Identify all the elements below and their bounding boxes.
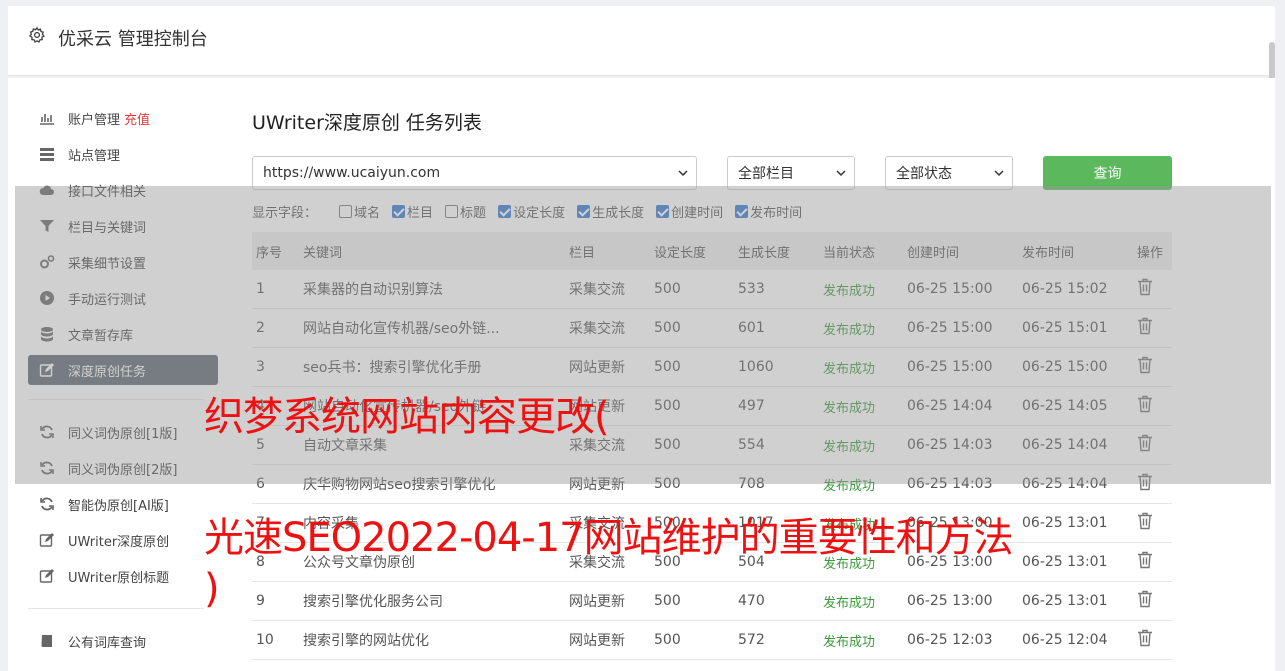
chevron-down-icon: [836, 170, 846, 177]
set-length-cell: 500: [654, 632, 681, 648]
sidebar-item-label: 智能伪原创[AI版]: [68, 498, 169, 514]
sidebar-item-15[interactable]: 正文识别演示: [28, 659, 218, 671]
table-row: 10 搜索引擎的网站优化 网站更新 500 572 发布成功 06-25 12:03 06-2…: [252, 621, 1172, 660]
sidebar-item-label: 账户管理: [68, 112, 121, 128]
recharge-link[interactable]: 充值: [124, 109, 150, 128]
row-index: 9: [256, 593, 265, 609]
table-row: 9 搜索引擎优化服务公司 网站更新 500 470 发布成功 06-25 13:00 06-2…: [252, 582, 1172, 621]
book-icon: [38, 632, 56, 650]
set-length-cell: 500: [654, 593, 681, 609]
sidebar-item-14[interactable]: 公有词库查询: [28, 623, 218, 659]
page-title: UWriter深度原创 任务列表: [252, 112, 482, 134]
status-select-value: 全部状态: [896, 166, 952, 182]
sidebar-item-2[interactable]: 站点管理: [28, 136, 218, 172]
edit-icon: [38, 531, 56, 549]
status-cell: 发布成功: [823, 634, 876, 650]
sidebar-item-1[interactable]: 账户管理 充值: [28, 100, 218, 136]
chevron-down-icon: [994, 170, 1004, 177]
watermark-line-1: 织梦系统网站内容更改(: [204, 394, 610, 440]
delete-button[interactable]: [1137, 629, 1172, 651]
column-select-value: 全部栏目: [738, 166, 794, 182]
status-cell: 发布成功: [823, 595, 876, 611]
gear-icon: [28, 26, 45, 43]
sidebar-item-label: UWriter原创标题: [68, 570, 170, 586]
watermark-line-2: 光速SEO2022-04-17网站维护的重要性和方法: [204, 515, 1014, 561]
published-time-cell: 06-25 13:01: [1022, 515, 1108, 531]
column-select[interactable]: 全部栏目: [727, 156, 855, 190]
gen-length-cell: 470: [738, 593, 765, 609]
top-bar: 优采云 管理控制台: [8, 6, 1275, 86]
delete-button[interactable]: [1137, 512, 1172, 534]
watermark-line-3: ): [204, 566, 220, 612]
bar-chart-icon: [38, 109, 56, 127]
sidebar-item-label: UWriter深度原创: [68, 534, 170, 550]
query-button[interactable]: 查询: [1043, 156, 1172, 190]
created-time-cell: 06-25 13:00: [907, 593, 993, 609]
keyword-cell: 搜索引擎的网站优化: [303, 633, 429, 649]
column-cell: 网站更新: [569, 594, 625, 610]
published-time-cell: 06-25 13:01: [1022, 554, 1108, 570]
chevron-down-icon: [678, 170, 688, 177]
trash-icon: [1138, 512, 1152, 530]
trash-icon: [1138, 629, 1152, 647]
trash-icon: [1138, 551, 1152, 569]
status-select[interactable]: 全部状态: [885, 156, 1013, 190]
edit-icon: [38, 567, 56, 585]
gen-length-cell: 572: [738, 632, 765, 648]
published-time-cell: 06-25 12:04: [1022, 632, 1108, 648]
site-select-value: https://www.ucaiyun.com: [263, 165, 441, 181]
sidebar-item-11[interactable]: 智能伪原创[AI版]: [28, 486, 218, 522]
delete-button[interactable]: [1137, 590, 1172, 612]
sidebar-item-label: 站点管理: [68, 148, 121, 164]
sidebar-item-label: 公有词库查询: [68, 635, 147, 651]
sidebar-item-13[interactable]: UWriter原创标题: [28, 558, 218, 594]
sidebar-divider: [28, 608, 204, 609]
row-index: 10: [256, 632, 274, 648]
refresh-icon: [38, 495, 56, 513]
sidebar-item-12[interactable]: UWriter深度原创: [28, 522, 218, 558]
created-time-cell: 06-25 12:03: [907, 632, 993, 648]
console-title: 优采云 管理控制台: [58, 29, 208, 50]
keyword-cell: 搜索引擎优化服务公司: [303, 594, 443, 610]
sidebar-item-label: 正文识别演示: [68, 668, 146, 671]
published-time-cell: 06-25 13:01: [1022, 593, 1108, 609]
trash-icon: [1138, 590, 1152, 608]
site-select[interactable]: https://www.ucaiyun.com: [252, 156, 697, 190]
column-cell: 网站更新: [569, 633, 625, 649]
delete-button[interactable]: [1137, 551, 1172, 573]
list-icon: [38, 145, 56, 163]
